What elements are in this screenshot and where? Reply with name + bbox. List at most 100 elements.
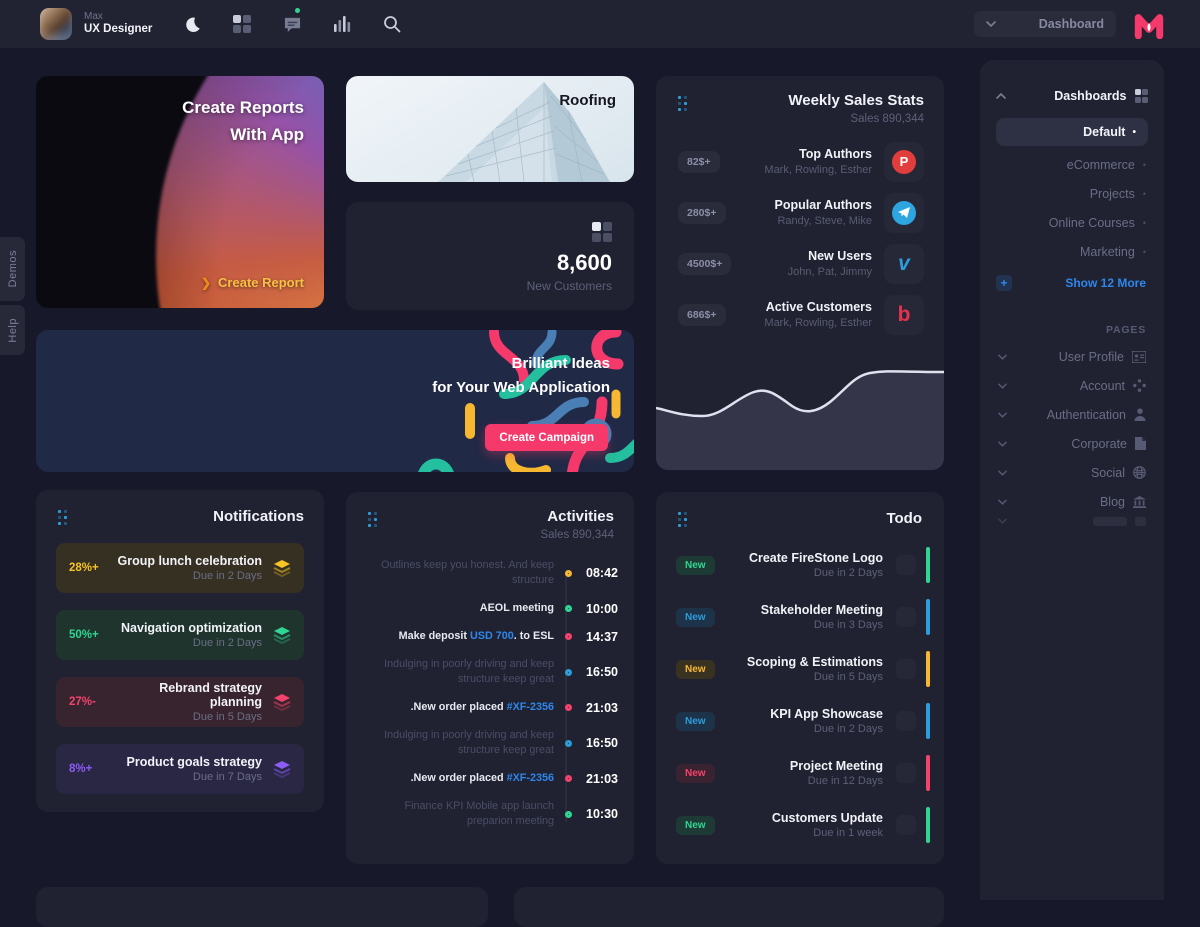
activity-row[interactable]: Outlines keep you honest. And keep struc… — [360, 558, 618, 588]
sidebar-item-authentication[interactable]: Authentication — [980, 400, 1164, 429]
show-more-link[interactable]: + Show 12 More — [996, 268, 1146, 298]
chevron-up-icon[interactable] — [996, 93, 1006, 99]
todo-checkbox[interactable] — [896, 763, 916, 783]
priority-bar — [926, 547, 930, 583]
drag-dots-icon[interactable] — [58, 510, 67, 525]
drag-dots-icon[interactable] — [678, 512, 687, 527]
dashboards-grid-icon[interactable] — [1135, 89, 1149, 103]
activity-row[interactable]: Finance KPI Mobile app launch preparion … — [360, 799, 618, 829]
new-badge: New — [676, 764, 715, 783]
activity-row[interactable]: .New order placed #XF-2356 21:03 — [360, 700, 618, 715]
new-badge: New — [676, 660, 715, 679]
dark-mode-moon-icon[interactable] — [182, 14, 202, 34]
sidebar-item-ecommerce[interactable]: eCommerce — [980, 150, 1164, 179]
amount-badge: 4500$+ — [678, 253, 731, 275]
activity-row[interactable]: AEOL meeting 10:00 — [360, 601, 618, 616]
sales-stat-row[interactable]: 4500$+ New Users John, Pat, Jimmy v — [678, 242, 924, 285]
banner-title: Brilliant Ideas for Your Web Application — [432, 352, 610, 400]
chevron-down-icon — [998, 412, 1007, 418]
todo-item[interactable]: New Project Meeting Due in 12 Days — [676, 754, 930, 792]
create-reports-card: Create Reports With App ❯ Create Report — [36, 76, 324, 308]
todo-title: Todo — [886, 510, 922, 527]
create-campaign-button[interactable]: Create Campaign — [485, 424, 608, 451]
percent-change: 27%- — [69, 696, 112, 708]
timeline-dot — [565, 740, 572, 747]
sidebar-item-account[interactable]: Account — [980, 371, 1164, 400]
create-reports-title: Create Reports With App — [182, 94, 304, 148]
id-card-icon — [1132, 351, 1146, 363]
drag-dots-icon[interactable] — [368, 512, 377, 527]
sales-stat-row[interactable]: 82$+ Top Authors Mark, Rowling, Esther P — [678, 140, 924, 183]
timeline-dot — [565, 605, 572, 612]
activities-subtitle: Sales 890,344 — [540, 529, 614, 541]
sidebar-item-projects[interactable]: Projects — [980, 179, 1164, 208]
beats-icon: b — [884, 295, 924, 335]
todo-item[interactable]: New KPI App Showcase Due in 2 Days — [676, 702, 930, 740]
todo-item[interactable]: New Stakeholder Meeting Due in 3 Days — [676, 598, 930, 636]
vimeo-icon: v — [884, 244, 924, 284]
todo-checkbox[interactable] — [896, 555, 916, 575]
brand-logo-icon[interactable] — [1134, 9, 1164, 39]
create-report-link[interactable]: ❯ Create Report — [201, 275, 304, 290]
notification-item[interactable]: 8%+ Product goals strategy Due in 7 Days — [56, 744, 304, 794]
help-side-tab[interactable]: Help — [0, 305, 25, 355]
plus-icon: + — [996, 275, 1012, 291]
sales-stat-row[interactable]: 686$+ Active Customers Mark, Rowling, Es… — [678, 293, 924, 336]
todo-item[interactable]: New Customers Update Due in 1 week — [676, 806, 930, 844]
amount-badge: 82$+ — [678, 151, 720, 173]
todo-checkbox[interactable] — [896, 659, 916, 679]
stats-bars-icon[interactable] — [332, 14, 352, 34]
todo-checkbox[interactable] — [896, 815, 916, 835]
notification-item[interactable]: 27%- Rebrand strategy planning Due in 5 … — [56, 677, 304, 727]
notification-dot — [295, 8, 300, 13]
activities-card: Activities Sales 890,344 Outlines keep y… — [346, 492, 634, 864]
partial-card — [514, 887, 944, 927]
activity-row[interactable]: Make deposit USD 700. to ESL 14:37 — [360, 629, 618, 644]
notifications-card: Notifications 28%+ Group lunch celebrati… — [36, 490, 324, 812]
new-badge: New — [676, 556, 715, 575]
sidebar-item-social[interactable]: Social — [980, 458, 1164, 487]
dashboard-dropdown[interactable]: Dashboard — [974, 11, 1116, 37]
timeline-dot — [565, 811, 572, 818]
activity-row[interactable]: Indulging in poorly driving and keep str… — [360, 728, 618, 758]
chat-icon[interactable] — [282, 14, 302, 34]
search-icon[interactable] — [382, 14, 402, 34]
chevron-down-icon — [998, 383, 1007, 389]
demos-side-tab[interactable]: Demos — [0, 237, 25, 301]
todo-item[interactable]: New Scoping & Estimations Due in 5 Days — [676, 650, 930, 688]
activities-title: Activities — [540, 508, 614, 525]
avatar[interactable] — [40, 8, 72, 40]
drag-dots-icon[interactable] — [678, 96, 687, 111]
todo-checkbox[interactable] — [896, 607, 916, 627]
percent-change: 28%+ — [69, 562, 115, 574]
new-badge: New — [676, 608, 715, 627]
sidebar-item-marketing[interactable]: Marketing — [980, 237, 1164, 266]
user-role: UX Designer — [84, 23, 152, 37]
globe-icon — [1133, 466, 1146, 479]
apps-grid-icon[interactable] — [232, 14, 252, 34]
timeline-dot — [565, 704, 572, 711]
sidebar-item-corporate[interactable]: Corporate — [980, 429, 1164, 458]
timeline-dot — [565, 570, 572, 577]
chevron-down-icon — [998, 499, 1007, 505]
activity-row[interactable]: .New order placed #XF-2356 21:03 — [360, 771, 618, 786]
todo-checkbox[interactable] — [896, 711, 916, 731]
priority-bar — [926, 599, 930, 635]
weekly-sales-card: Weekly Sales Stats Sales 890,344 82$+ To… — [656, 76, 944, 470]
notification-item[interactable]: 28%+ Group lunch celebration Due in 2 Da… — [56, 543, 304, 593]
activity-row[interactable]: Indulging in poorly driving and keep str… — [360, 657, 618, 687]
roofing-card[interactable]: Roofing — [346, 76, 634, 182]
amount-badge: 686$+ — [678, 304, 726, 326]
sidebar-item-online-courses[interactable]: Online Courses — [980, 208, 1164, 237]
sidebar-item-blog[interactable]: Blog — [980, 487, 1164, 516]
todo-card: Todo New Create FireStone Logo Due in 2 … — [656, 492, 944, 864]
priority-bar — [926, 807, 930, 843]
sales-stat-row[interactable]: 280$+ Popular Authors Randy, Steve, Mike — [678, 191, 924, 234]
todo-item[interactable]: New Create FireStone Logo Due in 2 Days — [676, 546, 930, 584]
sidebar-item-user-profile[interactable]: User Profile — [980, 342, 1164, 371]
notification-item[interactable]: 50%+ Navigation optimization Due in 2 Da… — [56, 610, 304, 660]
sidebar-item-default[interactable]: Default — [996, 118, 1148, 146]
command-dots-icon — [1133, 379, 1146, 392]
customers-label: New Customers — [527, 279, 612, 293]
layers-icon — [273, 560, 291, 577]
